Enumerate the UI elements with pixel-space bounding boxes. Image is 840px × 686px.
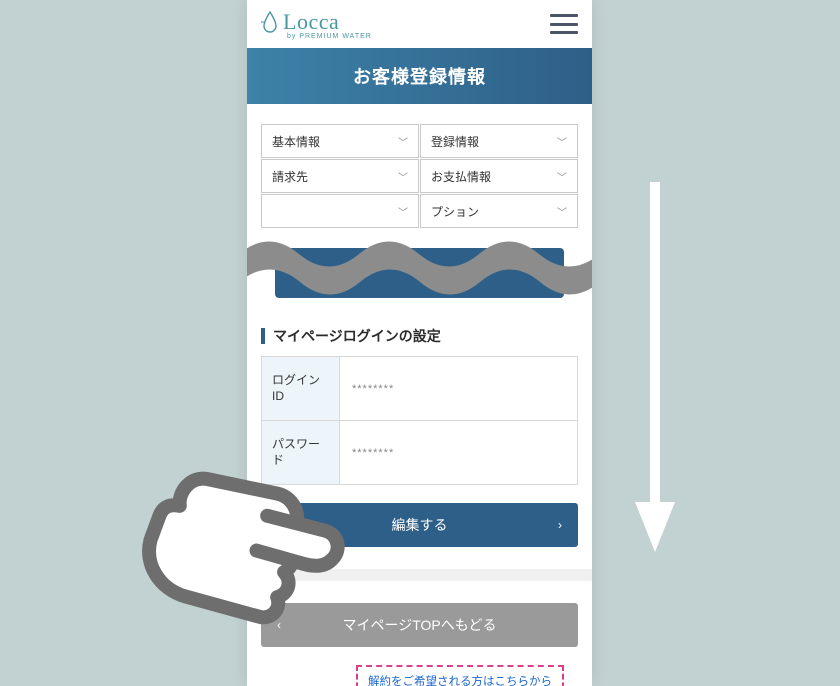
dropdown-billing[interactable]: 請求先 ﹀: [261, 159, 419, 193]
chevron-down-icon: ﹀: [398, 204, 408, 219]
chevron-down-icon: ﹀: [557, 134, 567, 149]
brand-logo[interactable]: Locca by PREMIUM WATER: [261, 9, 372, 40]
section-title-text: マイページログインの設定: [273, 326, 441, 346]
dropdown-basic-info[interactable]: 基本情報 ﹀: [261, 124, 419, 158]
app-header: Locca by PREMIUM WATER: [247, 0, 592, 48]
section-title: マイページログインの設定: [261, 326, 578, 346]
chevron-down-icon: ﹀: [398, 134, 408, 149]
dropdown-partial-left[interactable]: ﹀: [261, 194, 419, 228]
drop-icon: [261, 11, 279, 33]
dropdown-option[interactable]: プション ﹀: [420, 194, 578, 228]
password-value: ********: [340, 421, 577, 484]
title-accent-bar: [261, 328, 265, 344]
form-row-login-id: ログインID ********: [262, 357, 577, 421]
dropdown-label: プション: [431, 203, 479, 220]
dropdown-payment-info[interactable]: お支払情報 ﹀: [420, 159, 578, 193]
chevron-down-icon: ﹀: [557, 169, 567, 184]
wave-icon: [247, 234, 592, 304]
brand-text: Locca: [283, 9, 339, 35]
dropdown-registration-info[interactable]: 登録情報 ﹀: [420, 124, 578, 158]
brand-subline: by PREMIUM WATER: [287, 33, 372, 40]
scroll-down-arrow-icon: [635, 182, 675, 562]
chevron-down-icon: ﹀: [557, 204, 567, 219]
dropdown-label: 請求先: [272, 168, 308, 185]
form-label: ログインID: [262, 357, 340, 420]
dropdown-label: 基本情報: [272, 133, 320, 150]
dropdown-label: お支払情報: [431, 168, 491, 185]
menu-icon[interactable]: [550, 14, 578, 34]
button-label: マイページTOPへもどる: [343, 615, 497, 635]
chevron-down-icon: ﹀: [398, 169, 408, 184]
login-id-value: ********: [340, 357, 577, 420]
button-label: 編集する: [392, 515, 448, 535]
chevron-right-icon: ›: [558, 518, 562, 532]
cancel-contract-link[interactable]: 解約をご希望される方はこちらから: [356, 665, 564, 686]
category-dropdown-grid: 基本情報 ﹀ 登録情報 ﹀ 請求先 ﹀ お支払情報 ﹀ ﹀ プション ﹀: [247, 104, 592, 228]
pointing-hand-icon: [128, 460, 348, 630]
brand-name: Locca: [261, 9, 339, 35]
dropdown-label: 登録情報: [431, 133, 479, 150]
content-truncation-decor: [247, 238, 592, 308]
page-title: お客様登録情報: [247, 48, 592, 104]
link-text: 解約をご希望される方はこちらから: [368, 676, 552, 686]
